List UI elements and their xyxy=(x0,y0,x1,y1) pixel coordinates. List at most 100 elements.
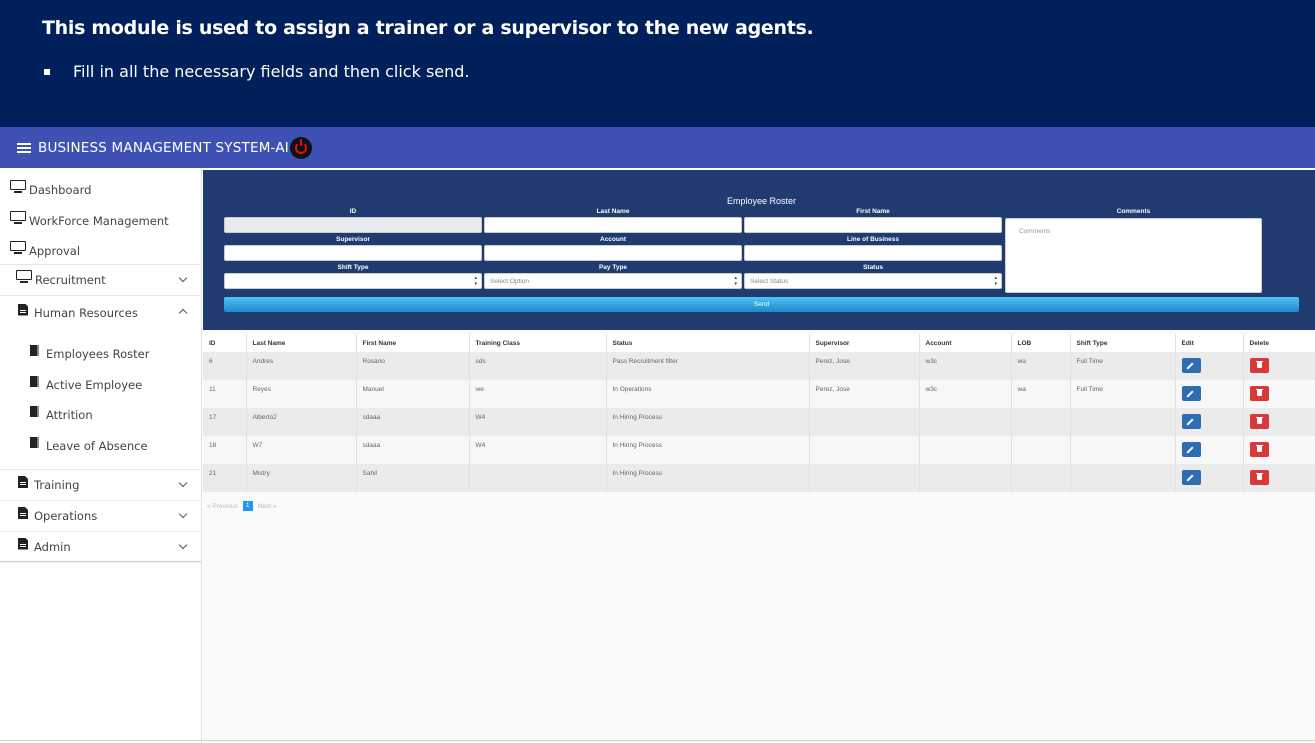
last-name-label: Last Name xyxy=(596,208,630,215)
first-name-field[interactable] xyxy=(744,217,1002,233)
sidebar-item-dashboard[interactable]: Dashboard xyxy=(0,178,202,202)
send-button[interactable]: Send xyxy=(224,297,1299,312)
column-header[interactable]: Training Class xyxy=(469,334,607,352)
table-cell: 17 xyxy=(203,408,247,436)
sidebar-subitem-attrition[interactable]: Attrition xyxy=(0,403,202,427)
table-cell: W7 xyxy=(246,436,357,464)
account-field[interactable] xyxy=(484,245,742,261)
table-cell xyxy=(919,408,1012,436)
delete-button[interactable] xyxy=(1249,442,1269,457)
table-cell: Perez, Jose xyxy=(809,352,920,380)
column-header[interactable]: Supervisor xyxy=(809,334,920,352)
pagination-next[interactable]: Next » xyxy=(258,503,277,510)
document-icon xyxy=(18,303,28,316)
delete-button[interactable] xyxy=(1249,470,1269,485)
table-cell: Alberto2 xyxy=(246,408,357,436)
table-cell xyxy=(809,464,920,492)
sidebar-subitem-label: Attrition xyxy=(46,408,93,422)
document-icon xyxy=(18,507,28,519)
chevron-down-icon xyxy=(178,273,188,283)
monitor-icon xyxy=(10,240,26,254)
table-cell: Perez, Jose xyxy=(809,380,920,408)
sidebar: Dashboard WorkForce Management Approval … xyxy=(0,168,202,743)
column-header[interactable]: ID xyxy=(203,334,247,352)
book-icon xyxy=(30,436,39,448)
column-header[interactable]: Status xyxy=(606,334,810,352)
sidebar-item-label: WorkForce Management xyxy=(29,214,169,228)
comments-textarea[interactable]: Comments xyxy=(1005,218,1262,293)
table-row: 6 Andres Rosario sds Pass Recruitment fi… xyxy=(203,352,1315,380)
sidebar-item-label: Dashboard xyxy=(29,183,92,197)
table-cell: Pass Recruitment filter xyxy=(606,352,810,380)
sidebar-item-operations[interactable]: Operations xyxy=(0,500,202,531)
sidebar-item-label: Human Resources xyxy=(34,305,138,320)
edit-button[interactable] xyxy=(1181,386,1201,401)
supervisor-label: Supervisor xyxy=(336,236,370,243)
monitor-icon xyxy=(16,269,32,283)
sidebar-item-training[interactable]: Training xyxy=(0,469,202,500)
supervisor-field[interactable] xyxy=(224,245,482,261)
hamburger-menu-icon[interactable] xyxy=(17,142,31,153)
monitor-icon xyxy=(10,179,26,193)
column-header[interactable]: Account xyxy=(919,334,1012,352)
sidebar-item-label: Training xyxy=(34,478,80,492)
edit-button[interactable] xyxy=(1181,470,1201,485)
chevron-up-icon xyxy=(178,308,188,318)
id-field xyxy=(224,217,482,233)
table-cell xyxy=(1070,464,1176,492)
column-header[interactable]: Shift Type xyxy=(1070,334,1176,352)
sidebar-item-recruitment[interactable]: Recruitment xyxy=(0,264,202,295)
sidebar-subitem-employees-roster[interactable]: Employees Roster xyxy=(0,342,202,366)
book-icon xyxy=(30,344,39,356)
table-cell: Rosario xyxy=(356,352,470,380)
delete-button[interactable] xyxy=(1249,386,1269,401)
delete-button[interactable] xyxy=(1249,414,1269,429)
column-header[interactable]: First Name xyxy=(356,334,470,352)
sidebar-subitem-leave-of-absence[interactable]: Leave of Absence xyxy=(0,434,202,458)
table-cell: w3c xyxy=(919,352,1012,380)
power-icon[interactable] xyxy=(289,136,312,159)
pay-type-label: Pay Type xyxy=(598,264,628,271)
sidebar-item-label: Approval xyxy=(29,244,81,258)
column-header: Delete xyxy=(1243,334,1315,352)
table-cell xyxy=(1175,464,1244,492)
sidebar-subitem-active-employee[interactable]: Active Employee xyxy=(0,373,202,397)
lob-field[interactable] xyxy=(744,245,1002,261)
table-cell xyxy=(1175,408,1244,436)
table-cell xyxy=(1243,436,1315,464)
sidebar-item-approval[interactable]: Approval xyxy=(0,239,202,263)
table-cell: Full Time xyxy=(1070,380,1176,408)
status-select[interactable]: Select Status xyxy=(744,273,1002,289)
pay-type-select[interactable]: Select Option xyxy=(484,273,742,289)
table-cell xyxy=(1243,408,1315,436)
sidebar-item-admin[interactable]: Admin xyxy=(0,531,202,561)
main-content: Employee Roster ID Last Name First Name … xyxy=(203,168,1315,743)
edit-button[interactable] xyxy=(1181,358,1201,373)
edit-button[interactable] xyxy=(1181,414,1201,429)
pagination-page-1[interactable]: 1 xyxy=(242,501,253,511)
sidebar-item-label: Admin xyxy=(34,539,71,554)
pagination-previous[interactable]: « Previous xyxy=(207,503,238,510)
slide-bullet-text: Fill in all the necessary fields and the… xyxy=(73,62,470,81)
table-cell: In Hiring Process xyxy=(606,464,810,492)
table-cell: sdaaa xyxy=(356,436,470,464)
sidebar-subitem-label: Active Employee xyxy=(46,378,143,392)
sidebar-item-label: Recruitment xyxy=(35,273,106,287)
table-cell xyxy=(1175,352,1244,380)
delete-button[interactable] xyxy=(1249,358,1269,373)
last-name-field[interactable] xyxy=(484,217,742,233)
table-cell xyxy=(469,464,607,492)
bottom-divider xyxy=(0,740,1315,741)
chevron-down-icon xyxy=(178,540,188,550)
column-header[interactable]: Last Name xyxy=(246,334,357,352)
shift-type-select[interactable] xyxy=(224,273,482,289)
table-cell: Full Time xyxy=(1070,352,1176,380)
edit-button[interactable] xyxy=(1181,442,1201,457)
lob-label: Line of Business xyxy=(846,236,899,243)
sidebar-item-workforce-management[interactable]: WorkForce Management xyxy=(0,209,202,233)
table-cell: 18 xyxy=(203,436,247,464)
table-cell xyxy=(1243,380,1315,408)
sidebar-item-human-resources[interactable]: Human Resources xyxy=(0,295,202,329)
column-header[interactable]: LOB xyxy=(1011,334,1071,352)
table-cell: 21 xyxy=(203,464,247,492)
